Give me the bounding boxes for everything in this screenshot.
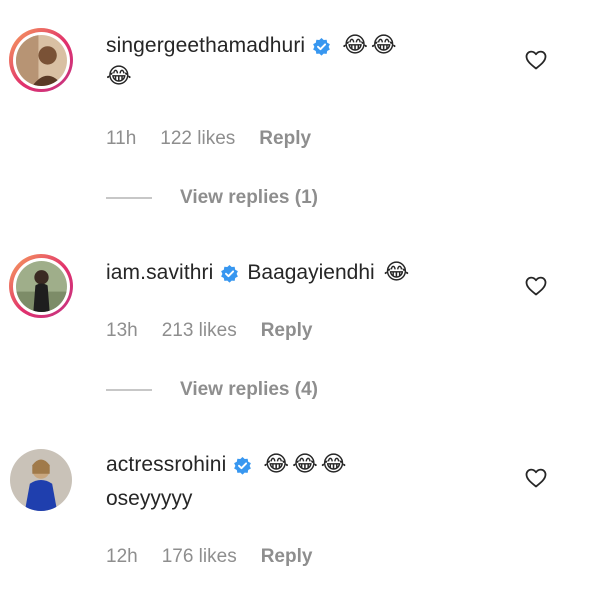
avatar[interactable] bbox=[9, 254, 73, 318]
comment-username[interactable]: singergeethamadhuri bbox=[106, 31, 305, 61]
verified-badge-icon bbox=[312, 37, 331, 56]
view-replies-label: View replies (1) bbox=[180, 187, 318, 208]
comment-username[interactable]: actressrohini bbox=[106, 450, 226, 480]
heart-icon[interactable] bbox=[524, 466, 548, 490]
avatar[interactable] bbox=[9, 448, 73, 512]
emoji: 😂 bbox=[342, 33, 368, 58]
verified-badge-icon bbox=[233, 456, 252, 475]
comment-time: 11h bbox=[106, 128, 137, 149]
view-replies-button[interactable]: View replies (4) bbox=[106, 379, 318, 401]
comment-line: iam.savithri Baagayiendhi 😂 bbox=[106, 258, 409, 288]
comment-text: oseyyyyy bbox=[106, 487, 193, 510]
comment-line: 😂 bbox=[106, 64, 132, 90]
emoji: 😂 bbox=[370, 33, 397, 58]
emoji: 😂 bbox=[106, 64, 132, 89]
verified-badge-icon bbox=[220, 264, 239, 283]
comment-time: 13h bbox=[106, 320, 138, 341]
comment-meta: 12h 176 likes Reply bbox=[106, 546, 336, 568]
comment-meta: 13h 213 likes Reply bbox=[106, 320, 336, 342]
comment-line: oseyyyyy bbox=[106, 484, 192, 514]
comment-likes[interactable]: 213 likes bbox=[162, 320, 237, 342]
comment-meta: 11h 122 likes Reply bbox=[106, 128, 335, 150]
heart-icon[interactable] bbox=[524, 274, 548, 298]
divider bbox=[106, 197, 152, 199]
view-replies-button[interactable]: View replies (1) bbox=[106, 187, 318, 209]
comment-likes[interactable]: 176 likes bbox=[162, 546, 237, 568]
reply-button[interactable]: Reply bbox=[259, 128, 311, 150]
heart-icon[interactable] bbox=[524, 48, 548, 72]
emoji: 😂 bbox=[383, 260, 410, 285]
comment-line: singergeethamadhuri 😂 😂 bbox=[106, 31, 397, 61]
divider bbox=[106, 389, 152, 391]
reply-button[interactable]: Reply bbox=[261, 320, 313, 342]
emoji: 😂 bbox=[320, 452, 347, 477]
emoji: 😂 bbox=[263, 452, 290, 477]
comment-likes[interactable]: 122 likes bbox=[160, 128, 235, 150]
comment-username[interactable]: iam.savithri bbox=[106, 258, 213, 288]
comment-text: Baagayiendhi bbox=[247, 261, 375, 284]
comment-line: actressrohini 😂 😂 😂 bbox=[106, 450, 347, 480]
emoji: 😂 bbox=[292, 452, 318, 477]
reply-button[interactable]: Reply bbox=[261, 546, 313, 568]
view-replies-label: View replies (4) bbox=[180, 379, 318, 400]
comment-time: 12h bbox=[106, 546, 138, 567]
avatar[interactable] bbox=[9, 28, 73, 92]
